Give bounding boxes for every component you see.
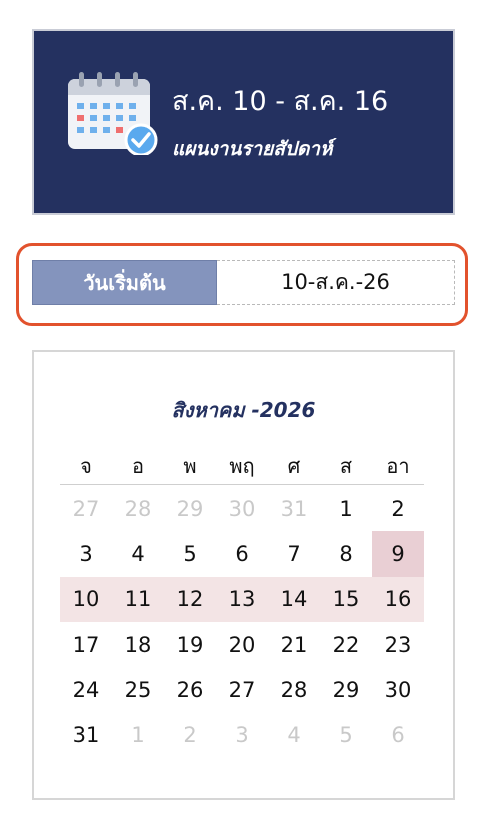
weekday-sun: อา bbox=[386, 454, 410, 478]
calendar-day[interactable]: 31 bbox=[60, 712, 112, 757]
calendar-day[interactable]: 29 bbox=[164, 486, 216, 531]
calendar-day[interactable]: 14 bbox=[268, 576, 320, 622]
calendar-day[interactable]: 19 bbox=[164, 622, 216, 667]
calendar-day[interactable]: 26 bbox=[164, 667, 216, 712]
calendar-day[interactable]: 5 bbox=[164, 531, 216, 576]
calendar-day[interactable]: 22 bbox=[320, 622, 372, 667]
calendar-day[interactable]: 2 bbox=[164, 712, 216, 757]
weekday-tue: อ bbox=[131, 454, 144, 478]
month-calendar: สิงหาคม -2026 จ อ พ พฤ ศ ส อา 27 28 29 30 31… bbox=[32, 350, 455, 800]
weekday-thu: พฤ bbox=[229, 454, 255, 478]
calendar-day[interactable]: 20 bbox=[216, 622, 268, 667]
calendar-check-icon bbox=[68, 72, 158, 155]
calendar-day[interactable]: 31 bbox=[268, 486, 320, 531]
calendar-day[interactable]: 11 bbox=[112, 576, 164, 622]
weekday-sat: ส bbox=[339, 454, 353, 478]
calendar-day[interactable]: 12 bbox=[164, 576, 216, 622]
calendar-day[interactable]: 3 bbox=[216, 712, 268, 757]
calendar-day[interactable]: 30 bbox=[372, 667, 424, 712]
calendar-day[interactable]: 18 bbox=[112, 622, 164, 667]
month-title: สิงหาคม -2026 bbox=[171, 398, 316, 422]
calendar-day[interactable]: 15 bbox=[320, 576, 372, 622]
calendar-day[interactable]: 6 bbox=[216, 531, 268, 576]
calendar-day[interactable]: 23 bbox=[372, 622, 424, 667]
calendar-day[interactable]: 29 bbox=[320, 667, 372, 712]
calendar-day[interactable]: 10 bbox=[60, 576, 112, 622]
calendar-day[interactable]: 5 bbox=[320, 712, 372, 757]
weekly-plan-subtitle: แผนงานรายสัปดาห์ bbox=[172, 138, 333, 160]
week-range-title: ส.ค. 10 - ส.ค. 16 bbox=[172, 86, 389, 117]
calendar-day[interactable]: 7 bbox=[268, 531, 320, 576]
calendar-day[interactable]: 3 bbox=[60, 531, 112, 576]
start-date-label: วันเริ่มต้น bbox=[32, 260, 217, 305]
calendar-day[interactable]: 2 bbox=[372, 486, 424, 531]
calendar-day[interactable]: 8 bbox=[320, 531, 372, 576]
calendar-day[interactable]: 4 bbox=[268, 712, 320, 757]
start-date-input[interactable]: 10-ส.ค.-26 bbox=[217, 260, 455, 305]
day-grid: 27 28 29 30 31 1 2 3 4 5 6 7 8 9 10 11 12 13 14 15 16 17 18 19 2… bbox=[60, 486, 424, 758]
weekday-wed: พ bbox=[183, 454, 197, 478]
calendar-day[interactable]: 25 bbox=[112, 667, 164, 712]
calendar-day[interactable]: 13 bbox=[216, 576, 268, 622]
calendar-day[interactable]: 4 bbox=[112, 531, 164, 576]
calendar-day[interactable]: 27 bbox=[216, 667, 268, 712]
calendar-day[interactable]: 17 bbox=[60, 622, 112, 667]
week-header: ส.ค. 10 - ส.ค. 16 แผนงานรายสัปดาห์ bbox=[32, 29, 455, 215]
calendar-day[interactable]: 24 bbox=[60, 667, 112, 712]
calendar-day[interactable]: 28 bbox=[268, 667, 320, 712]
calendar-day[interactable]: 16 bbox=[372, 576, 424, 622]
calendar-day[interactable]: 30 bbox=[216, 486, 268, 531]
calendar-day[interactable]: 9 bbox=[372, 531, 424, 577]
weekday-mon: จ bbox=[80, 454, 92, 478]
calendar-day[interactable]: 1 bbox=[320, 486, 372, 531]
weekday-header-row: จ อ พ พฤ ศ ส อา bbox=[60, 447, 424, 485]
calendar-day[interactable]: 6 bbox=[372, 712, 424, 757]
calendar-day[interactable]: 1 bbox=[112, 712, 164, 757]
calendar-day[interactable]: 27 bbox=[60, 486, 112, 531]
calendar-day[interactable]: 28 bbox=[112, 486, 164, 531]
weekday-fri: ศ bbox=[287, 454, 301, 478]
calendar-day[interactable]: 21 bbox=[268, 622, 320, 667]
